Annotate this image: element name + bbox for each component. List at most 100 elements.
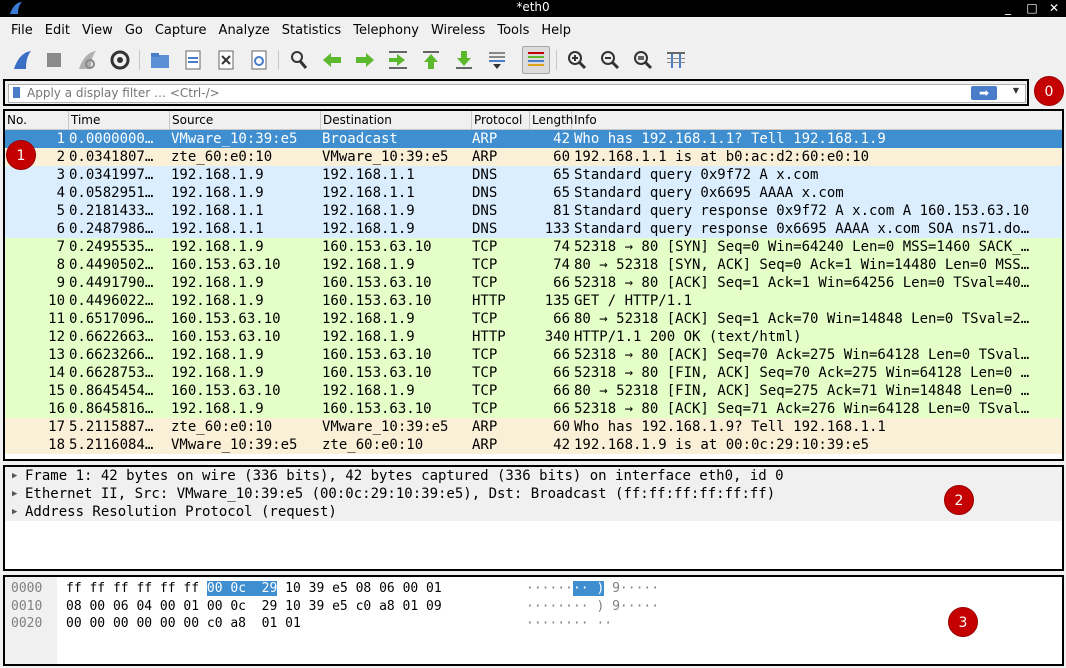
bytes-row[interactable]: 0020 00 00 00 00 00 00 c0 a8 01 01 ·····… [5,615,612,632]
packet-cell-src: 192.168.1.9 [171,185,264,201]
column-header-source[interactable]: Source [170,111,321,129]
open-file-icon[interactable] [146,46,174,74]
column-header-protocol[interactable]: Protocol [472,111,530,129]
resize-columns-icon[interactable] [662,46,690,74]
colorize-icon[interactable] [522,46,550,74]
packet-row[interactable]: 12 0.6622663… 160.153.63.10 192.168.1.9 HTTP… [5,328,1062,346]
apply-filter-arrow-icon[interactable]: ➡ [971,86,997,100]
packet-cell-len: 42 [553,437,570,453]
expand-arrow-icon[interactable]: ▶ [12,467,17,485]
expand-arrow-icon[interactable]: ▶ [12,485,17,503]
packet-cell-no: 16 [48,401,65,417]
zoom-out-icon[interactable] [596,46,624,74]
packet-cell-src: VMware_10:39:e5 [171,437,298,453]
expand-arrow-icon[interactable]: ▶ [12,503,17,521]
go-to-packet-icon[interactable] [384,46,412,74]
packet-row[interactable]: 15 0.8645454… 160.153.63.10 192.168.1.9 TCP 6… [5,382,1062,400]
packet-row[interactable]: 11 0.6517096… 160.153.63.10 192.168.1.9 TCP 6… [5,310,1062,328]
save-file-icon[interactable] [179,46,207,74]
packet-cell-len: 65 [553,185,570,201]
minimize-icon[interactable]: _ [1000,0,1016,16]
packet-list-pane: No. Time Source Destination Protocol Len… [3,109,1064,461]
packet-row[interactable]: 3 0.0341997… 192.168.1.9 192.168.1.1 DNS 65 St… [5,166,1062,184]
packet-cell-len: 74 [553,257,570,273]
packet-row[interactable]: 4 0.0582951… 192.168.1.9 192.168.1.1 DNS 65 St… [5,184,1062,202]
menu-wireless[interactable]: Wireless [425,20,491,42]
packet-cell-no: 7 [56,239,65,255]
stop-capture-icon[interactable] [40,46,68,74]
close-file-icon[interactable] [212,46,240,74]
close-icon[interactable]: ✕ [1046,0,1062,16]
packet-cell-dst: VMware_10:39:e5 [322,419,449,435]
find-packet-icon[interactable] [285,46,313,74]
packet-cell-len: 66 [553,365,570,381]
menu-help[interactable]: Help [535,20,577,42]
annotation-badge-2: 2 [944,485,974,515]
go-forward-icon[interactable] [351,46,379,74]
autoscroll-icon[interactable] [483,46,511,74]
packet-cell-src: 192.168.1.1 [171,221,264,237]
chevron-down-icon[interactable]: ▼ [1013,86,1019,95]
packet-cell-dst: 160.153.63.10 [322,401,432,417]
title-bar: *eth0 _ □ ✕ [0,0,1066,17]
menu-go[interactable]: Go [119,20,149,42]
packet-row[interactable]: 9 0.4491790… 192.168.1.9 160.153.63.10 TCP 66… [5,274,1062,292]
menu-telephony[interactable]: Telephony [347,20,425,42]
zoom-normal-icon[interactable] [629,46,657,74]
packet-cell-dst: 192.168.1.9 [322,203,415,219]
packet-cell-proto: TCP [472,275,498,291]
detail-row-ethernet[interactable]: ▶ Ethernet II, Src: VMware_10:39:e5 (00:0… [5,485,1062,503]
packet-row[interactable]: 14 0.6628753… 192.168.1.9 160.153.63.10 TCP 6… [5,364,1062,382]
packet-row[interactable]: 17 5.2115887… zte_60:e0:10 VMware_10:39:e5 A… [5,418,1062,436]
packet-row[interactable]: 16 0.8645816… 192.168.1.9 160.153.63.10 TCP 6… [5,400,1062,418]
maximize-icon[interactable]: □ [1024,0,1040,16]
packet-cell-info: 80 → 52318 [ACK] Seq=1 Ack=70 Win=14848 … [574,311,1030,327]
start-capture-icon[interactable] [8,46,36,74]
packet-cell-time: 0.0000000… [69,131,154,147]
packet-cell-time: 0.4490502… [69,257,154,273]
go-last-packet-icon[interactable] [450,46,478,74]
menu-analyze[interactable]: Analyze [213,20,276,42]
bytes-row[interactable]: 0000 ff ff ff ff ff ff 00 0c 29 10 39 e5… [5,580,659,597]
annotation-badge-1: 1 [6,140,36,170]
packet-cell-dst: 160.153.63.10 [322,275,432,291]
menu-tools[interactable]: Tools [491,20,535,42]
packet-row[interactable]: 2 0.0341807… zte_60:e0:10 VMware_10:39:e5 AR… [5,148,1062,166]
packet-row[interactable]: 1 0.0000000… VMware_10:39:e5 Broadcast ARP 42… [5,130,1062,148]
packet-cell-time: 0.8645816… [69,401,154,417]
bookmark-icon[interactable] [13,87,20,98]
display-filter-field: ➡ ▼ [8,84,1026,103]
menu-file[interactable]: File [5,20,39,42]
packet-row[interactable]: 7 0.2495535… 192.168.1.9 160.153.63.10 TCP 74… [5,238,1062,256]
zoom-in-icon[interactable] [563,46,591,74]
packet-cell-src: 160.153.63.10 [171,383,281,399]
capture-options-icon[interactable] [106,46,134,74]
packet-row[interactable]: 8 0.4490502… 160.153.63.10 192.168.1.9 TCP 74… [5,256,1062,274]
go-first-packet-icon[interactable] [417,46,445,74]
packet-cell-info: 52318 → 80 [ACK] Seq=1 Ack=1 Win=64256 L… [574,275,1030,291]
packet-list-header: No. Time Source Destination Protocol Len… [5,111,1062,130]
column-header-destination[interactable]: Destination [321,111,472,129]
detail-row-frame[interactable]: ▶ Frame 1: 42 bytes on wire (336 bits), 4… [5,467,1062,485]
menu-capture[interactable]: Capture [149,20,213,42]
menu-edit[interactable]: Edit [39,20,76,42]
column-header-length[interactable]: Length [530,111,573,129]
packet-row[interactable]: 13 0.6623266… 192.168.1.9 160.153.63.10 TCP 6… [5,346,1062,364]
display-filter-input[interactable] [27,85,967,101]
bytes-row[interactable]: 0010 08 00 06 04 00 01 00 0c 29 10 39 e5… [5,598,659,615]
packet-row[interactable]: 10 0.4496022… 192.168.1.9 160.153.63.10 HTTP… [5,292,1062,310]
reload-file-icon[interactable] [245,46,273,74]
highlighted-bytes: 00 0c 29 [206,581,278,596]
packet-row[interactable]: 18 5.2116084… VMware_10:39:e5 zte_60:e0:10 A… [5,436,1062,454]
go-back-icon[interactable] [318,46,346,74]
column-header-info[interactable]: Info [572,111,1062,129]
menu-statistics[interactable]: Statistics [276,20,347,42]
column-header-no[interactable]: No. [5,111,69,129]
packet-row[interactable]: 6 0.2487986… 192.168.1.1 192.168.1.9 DNS 133 S… [5,220,1062,238]
column-header-time[interactable]: Time [69,111,170,129]
restart-capture-icon[interactable] [73,46,101,74]
detail-row-arp[interactable]: ▶ Address Resolution Protocol (request) [5,503,1062,521]
menu-view[interactable]: View [76,20,119,42]
packet-row[interactable]: 5 0.2181433… 192.168.1.1 192.168.1.9 DNS 81 St… [5,202,1062,220]
packet-cell-len: 65 [553,167,570,183]
